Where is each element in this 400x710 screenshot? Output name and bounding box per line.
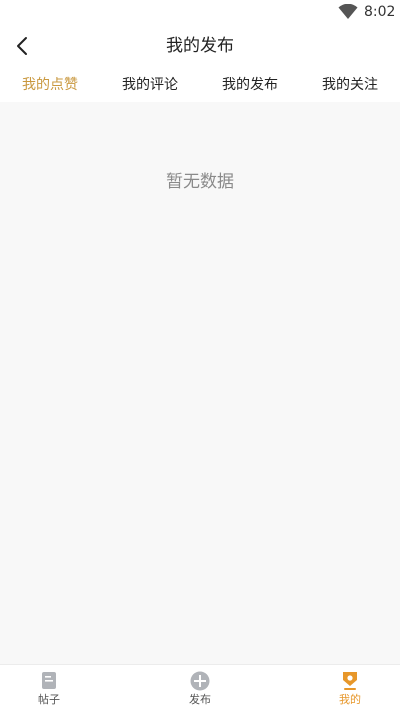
tab-bar: 我的点赞 我的评论 我的发布 我的关注 (0, 68, 400, 102)
badge-icon (343, 672, 357, 690)
bottom-nav: 帖子 发布 我的 (0, 664, 400, 710)
nav-label-publish: 发布 (189, 693, 211, 706)
nav-item-publish[interactable]: 发布 (170, 669, 230, 709)
nav-item-mine[interactable]: 我的 (320, 669, 380, 709)
content-area: 暂无数据 (0, 102, 400, 664)
nav-label-posts: 帖子 (38, 693, 60, 706)
document-icon (42, 672, 56, 689)
status-bar: 8:02 (0, 0, 400, 24)
wifi-icon (338, 4, 358, 19)
tab-my-posts[interactable]: 我的发布 (200, 68, 300, 102)
empty-state-text: 暂无数据 (166, 172, 234, 192)
tab-my-follows[interactable]: 我的关注 (300, 68, 400, 102)
header: 我的发布 (0, 24, 400, 68)
status-time: 8:02 (364, 4, 396, 20)
tab-my-likes[interactable]: 我的点赞 (0, 68, 100, 102)
nav-item-posts[interactable]: 帖子 (19, 669, 79, 709)
page-title: 我的发布 (166, 36, 234, 56)
plus-circle-icon (190, 671, 210, 691)
nav-label-mine: 我的 (339, 693, 361, 706)
tab-my-comments[interactable]: 我的评论 (100, 68, 200, 102)
